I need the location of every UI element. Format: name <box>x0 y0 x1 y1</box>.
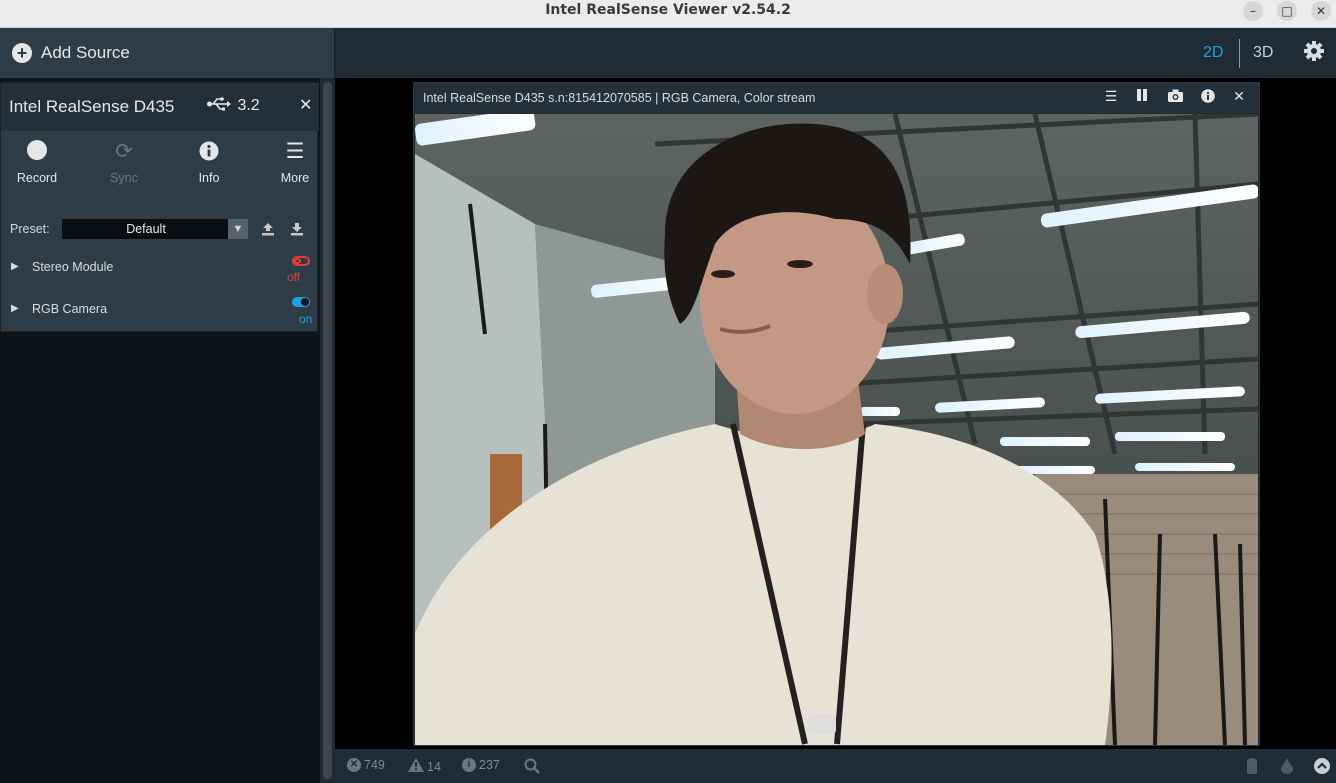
info-button[interactable]: Info <box>179 138 239 185</box>
record-button[interactable]: Record <box>7 138 67 185</box>
preset-dropdown[interactable]: Default ▼ <box>62 219 248 239</box>
usb-indicator: 3.2 <box>207 97 260 115</box>
expand-icon[interactable]: ▶ <box>11 261 19 272</box>
add-source-bar: + Add Source <box>0 28 335 78</box>
close-icon[interactable]: ✕ <box>1311 1 1331 21</box>
chevron-up-icon[interactable] <box>1314 758 1330 774</box>
menu-icon: ☰ <box>285 140 305 163</box>
plus-icon: + <box>12 43 32 63</box>
sync-button[interactable]: ⟳ Sync <box>94 138 154 185</box>
usb-version: 3.2 <box>237 97 260 114</box>
stereo-module-label: Stereo Module <box>32 260 114 274</box>
camera-icon[interactable] <box>1166 89 1184 106</box>
stereo-module-state: off <box>287 270 301 284</box>
add-source-button[interactable]: + Add Source <box>12 41 130 65</box>
preset-value: Default <box>126 222 166 236</box>
warning-icon <box>408 758 424 775</box>
rgb-camera-label: RGB Camera <box>32 302 108 316</box>
status-bar: ✕ 749 14 i 237 <box>335 749 1336 783</box>
stream-title: Intel RealSense D435 s.n:815412070585 | … <box>423 91 816 105</box>
stream-header: Intel RealSense D435 s.n:815412070585 | … <box>414 83 1259 113</box>
rgb-camera-toggle[interactable] <box>292 297 310 307</box>
maximize-icon[interactable]: □ <box>1277 1 1297 21</box>
close-device-icon[interactable]: ✕ <box>299 95 312 114</box>
sync-label: Sync <box>110 171 138 185</box>
drop-icon[interactable] <box>1281 758 1293 774</box>
dropdown-arrow-icon[interactable]: ▼ <box>228 219 248 239</box>
camera-feed[interactable] <box>415 114 1258 745</box>
camera-feed-image <box>415 114 1258 745</box>
options-icon[interactable]: ☰ <box>1102 89 1120 105</box>
window-title: Intel RealSense Viewer v2.54.2 <box>545 2 791 18</box>
stereo-module-toggle[interactable] <box>292 256 310 266</box>
info-icon: i <box>462 758 476 772</box>
battery-icon[interactable] <box>1247 758 1257 774</box>
info-count[interactable]: i 237 <box>462 758 500 772</box>
warning-count[interactable]: 14 <box>408 758 441 775</box>
expand-icon[interactable]: ▶ <box>11 303 19 314</box>
stream-window: Intel RealSense D435 s.n:815412070585 | … <box>413 82 1260 746</box>
add-source-label: Add Source <box>41 43 130 62</box>
settings-icon[interactable] <box>1303 40 1325 62</box>
error-icon: ✕ <box>347 758 361 772</box>
warning-count-value: 14 <box>427 759 441 774</box>
view-3d-button[interactable]: 3D <box>1253 44 1273 62</box>
error-count-value: 749 <box>364 758 385 772</box>
more-label: More <box>280 171 310 185</box>
rgb-camera-row[interactable]: ▶ RGB Camera on <box>1 294 319 328</box>
record-label: Record <box>16 171 58 185</box>
download-preset-icon[interactable] <box>289 221 305 241</box>
more-button[interactable]: ☰ More <box>265 138 325 185</box>
pause-icon[interactable] <box>1133 89 1151 105</box>
error-count[interactable]: ✕ 749 <box>347 758 385 772</box>
view-2d-button[interactable]: 2D <box>1203 44 1223 62</box>
stereo-module-row[interactable]: ▶ Stereo Module off <box>1 252 319 286</box>
device-panel: Intel RealSense D435 3.2 ✕ Record ⟳ Sync… <box>0 82 319 332</box>
rgb-camera-state: on <box>299 312 313 326</box>
upload-preset-icon[interactable] <box>260 221 276 241</box>
window-titlebar: Intel RealSense Viewer v2.54.2 – □ ✕ <box>0 0 1336 28</box>
scrollbar-thumb[interactable] <box>323 82 332 779</box>
minimize-icon[interactable]: – <box>1243 1 1263 21</box>
info-icon <box>179 138 239 166</box>
info-count-value: 237 <box>479 758 500 772</box>
close-icon[interactable]: ✕ <box>1230 89 1248 105</box>
info-label: Info <box>198 171 220 185</box>
sync-icon: ⟳ <box>115 140 133 163</box>
device-name: Intel RealSense D435 <box>9 97 175 116</box>
usb-icon <box>207 97 233 115</box>
preset-label: Preset: <box>10 222 50 236</box>
device-header: Intel RealSense D435 3.2 ✕ <box>1 83 319 131</box>
search-icon[interactable] <box>524 758 540 774</box>
record-icon <box>7 138 67 166</box>
view-divider <box>1239 39 1240 68</box>
info-icon[interactable] <box>1199 89 1217 107</box>
